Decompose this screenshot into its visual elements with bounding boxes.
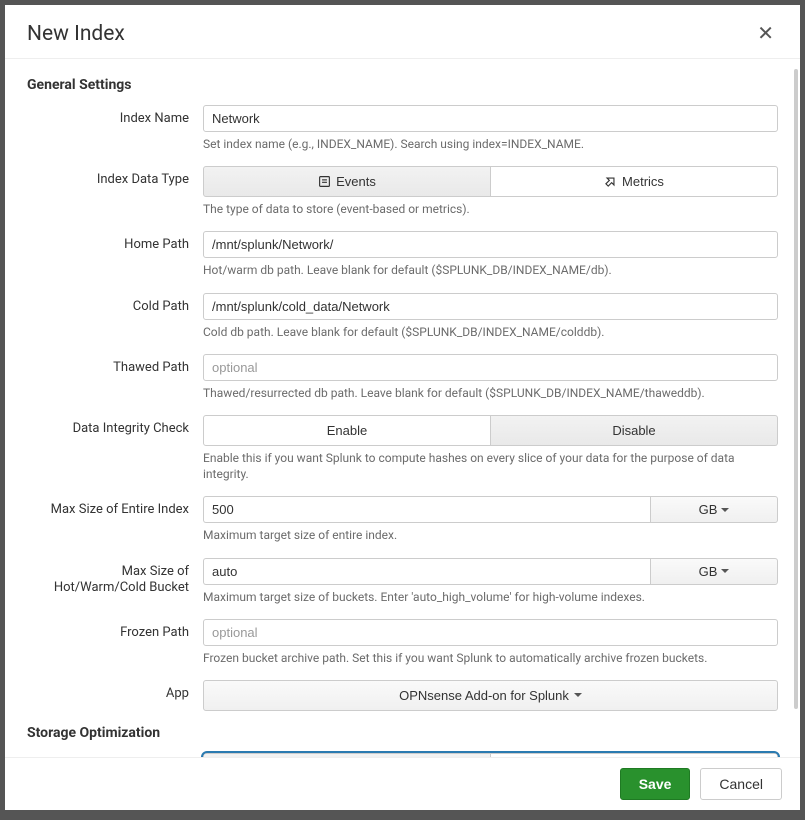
section-storage-optimization: Storage Optimization (27, 725, 778, 741)
help-max-bucket: Maximum target size of buckets. Enter 'a… (203, 589, 778, 605)
max-bucket-unit-dropdown[interactable]: GB (650, 558, 778, 585)
section-general-settings: General Settings (27, 77, 778, 93)
frozen-path-input[interactable] (203, 619, 778, 646)
app-dropdown[interactable]: OPNsense Add-on for Splunk (203, 680, 778, 711)
help-max-index: Maximum target size of entire index. (203, 527, 778, 543)
index-name-input[interactable] (203, 105, 778, 132)
row-data-type: Index Data Type Events Metrics The type … (27, 166, 778, 217)
help-index-name: Set index name (e.g., INDEX_NAME). Searc… (203, 136, 778, 152)
data-type-metrics-button[interactable]: Metrics (491, 166, 778, 197)
help-frozen-path: Frozen bucket archive path. Set this if … (203, 650, 778, 666)
caret-down-icon (721, 569, 729, 573)
label-app: App (27, 680, 203, 703)
modal-footer: Save Cancel (5, 757, 800, 810)
help-cold-path: Cold db path. Leave blank for default ($… (203, 324, 778, 340)
max-index-unit-label: GB (699, 502, 718, 517)
row-integrity: Data Integrity Check Enable Disable Enab… (27, 415, 778, 482)
max-bucket-unit-label: GB (699, 564, 718, 579)
row-home-path: Home Path Hot/warm db path. Leave blank … (27, 231, 778, 278)
label-max-bucket: Max Size of Hot/Warm/Cold Bucket (27, 558, 203, 598)
label-cold-path: Cold Path (27, 293, 203, 316)
data-type-toggle: Events Metrics (203, 166, 778, 197)
row-frozen-path: Frozen Path Frozen bucket archive path. … (27, 619, 778, 666)
close-button[interactable]: ✕ (753, 19, 778, 48)
modal-title: New Index (27, 22, 125, 46)
label-frozen-path: Frozen Path (27, 619, 203, 642)
label-integrity: Data Integrity Check (27, 415, 203, 438)
help-integrity: Enable this if you want Splunk to comput… (203, 450, 778, 482)
app-value: OPNsense Add-on for Splunk (399, 688, 569, 703)
max-index-input[interactable] (203, 496, 650, 523)
modal-header: New Index ✕ (5, 5, 800, 59)
events-icon (318, 175, 331, 188)
tsidx-disable-button[interactable]: Disable Reduction (491, 753, 778, 757)
integrity-toggle: Enable Disable (203, 415, 778, 446)
help-thawed-path: Thawed/resurrected db path. Leave blank … (203, 385, 778, 401)
thawed-path-input[interactable] (203, 354, 778, 381)
integrity-disable-button[interactable]: Disable (491, 415, 778, 446)
label-data-type: Index Data Type (27, 166, 203, 189)
row-max-index: Max Size of Entire Index GB Maximum targ… (27, 496, 778, 543)
help-data-type: The type of data to store (event-based o… (203, 201, 778, 217)
caret-down-icon (574, 693, 582, 697)
row-max-bucket: Max Size of Hot/Warm/Cold Bucket GB Maxi… (27, 558, 778, 605)
caret-down-icon (721, 508, 729, 512)
integrity-enable-button[interactable]: Enable (203, 415, 491, 446)
help-home-path: Hot/warm db path. Leave blank for defaul… (203, 262, 778, 278)
row-app: App OPNsense Add-on for Splunk (27, 680, 778, 711)
row-cold-path: Cold Path Cold db path. Leave blank for … (27, 293, 778, 340)
label-thawed-path: Thawed Path (27, 354, 203, 377)
label-tsidx: Tsidx Retention Policy (27, 753, 203, 757)
max-bucket-input[interactable] (203, 558, 650, 585)
tsidx-enable-button[interactable]: Enable Reduction (203, 753, 491, 757)
label-home-path: Home Path (27, 231, 203, 254)
data-type-events-label: Events (336, 174, 376, 189)
home-path-input[interactable] (203, 231, 778, 258)
data-type-metrics-label: Metrics (622, 174, 664, 189)
label-max-index: Max Size of Entire Index (27, 496, 203, 519)
row-thawed-path: Thawed Path Thawed/resurrected db path. … (27, 354, 778, 401)
row-tsidx: Tsidx Retention Policy Enable Reduction … (27, 753, 778, 757)
close-icon: ✕ (757, 23, 774, 45)
save-button[interactable]: Save (620, 768, 691, 800)
modal-body[interactable]: General Settings Index Name Set index na… (5, 59, 800, 757)
metrics-icon (604, 175, 617, 188)
row-index-name: Index Name Set index name (e.g., INDEX_N… (27, 105, 778, 152)
max-index-unit-dropdown[interactable]: GB (650, 496, 778, 523)
tsidx-toggle: Enable Reduction Disable Reduction (203, 753, 778, 757)
label-index-name: Index Name (27, 105, 203, 128)
new-index-modal: New Index ✕ General Settings Index Name … (5, 5, 800, 810)
data-type-events-button[interactable]: Events (203, 166, 491, 197)
cancel-button[interactable]: Cancel (700, 768, 782, 800)
cold-path-input[interactable] (203, 293, 778, 320)
